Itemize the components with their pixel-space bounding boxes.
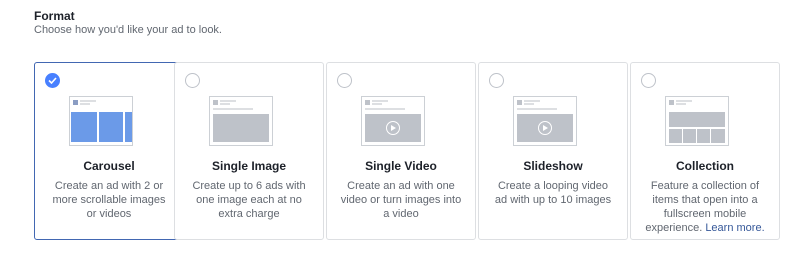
card-title: Collection	[675, 159, 734, 173]
learn-more-link[interactable]: Learn more.	[705, 222, 764, 234]
card-title: Single Image	[211, 159, 287, 173]
format-card-collection[interactable]: Collection Feature a collection of items…	[630, 62, 780, 240]
card-title: Single Video	[365, 159, 437, 173]
radio-slideshow[interactable]	[489, 73, 504, 88]
format-card-single-image[interactable]: Single Image Create up to 6 ads with one…	[174, 62, 324, 240]
collection-thumbnail-icon	[665, 96, 729, 146]
carousel-thumbnail-icon	[69, 96, 133, 146]
play-icon	[538, 121, 552, 135]
radio-collection[interactable]	[641, 73, 656, 88]
checkmark-icon	[48, 77, 57, 84]
card-description: Create up to 6 ads with one image each a…	[192, 180, 306, 220]
section-subtitle: Choose how you'd like your ad to look.	[34, 24, 222, 36]
format-card-carousel[interactable]: Carousel Create an ad with 2 or more scr…	[34, 62, 184, 240]
section-title: Format	[34, 9, 75, 23]
card-title: Carousel	[83, 159, 135, 173]
card-description: Create an ad with one video or turn imag…	[340, 180, 462, 220]
format-card-single-video[interactable]: Single Video Create an ad with one video…	[326, 62, 476, 240]
radio-carousel[interactable]	[45, 73, 60, 88]
play-icon	[386, 121, 400, 135]
card-description: Create a looping video ad with up to 10 …	[494, 180, 612, 206]
single-image-thumbnail-icon	[209, 96, 273, 146]
radio-single-video[interactable]	[337, 73, 352, 88]
single-video-thumbnail-icon	[361, 96, 425, 146]
card-title: Slideshow	[523, 159, 583, 173]
radio-single-image[interactable]	[185, 73, 200, 88]
format-card-slideshow[interactable]: Slideshow Create a looping video ad with…	[478, 62, 628, 240]
card-description: Feature a collection of items that open …	[643, 179, 767, 235]
slideshow-thumbnail-icon	[513, 96, 577, 146]
card-description: Create an ad with 2 or more scrollable i…	[52, 180, 166, 220]
